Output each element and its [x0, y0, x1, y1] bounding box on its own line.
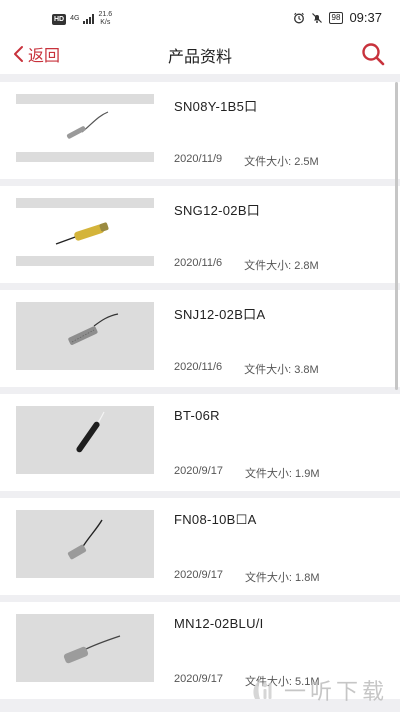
product-meta: 2020/11/9 文件大小: 2.5M [174, 153, 319, 169]
product-thumbnail [16, 94, 154, 162]
product-size: 文件大小: 2.8M [244, 260, 319, 272]
product-name: BT-06R [174, 408, 220, 423]
nav-bar: 返回 产品资料 [0, 36, 400, 74]
product-thumbnail [16, 614, 154, 682]
clock: 09:37 [349, 10, 382, 25]
product-item[interactable]: SN08Y-1B5口 2020/11/9 文件大小: 2.5M [0, 82, 400, 179]
product-date: 2020/11/6 [174, 361, 223, 373]
product-date: 2020/11/6 [174, 257, 223, 269]
hd-badge: HD [52, 13, 67, 25]
status-bar: HD 4G 21.6 K/s 98 09:37 [0, 0, 400, 36]
product-name: SNG12-02B口 [174, 203, 261, 218]
product-size: 文件大小: 1.8M [244, 572, 320, 584]
product-thumbnail [16, 510, 154, 578]
product-item[interactable]: BT-06R 2020/9/17 文件大小: 1.9M [0, 394, 400, 491]
product-size: 文件大小: 1.9M [244, 468, 320, 480]
watermark-logo-icon [253, 681, 272, 699]
product-item[interactable]: FN08-10B☐A 2020/9/17 文件大小: 1.8M [0, 498, 400, 595]
product-date: 2020/9/17 [174, 465, 223, 477]
product-name: SN08Y-1B5口 [174, 99, 258, 114]
mute-icon [311, 12, 322, 23]
network-speed-value: 21.6 [98, 11, 113, 18]
product-meta: 2020/11/6 文件大小: 2.8M [174, 257, 319, 273]
network-speed: 21.6 K/s [98, 11, 112, 27]
product-meta: 2020/9/17 文件大小: 1.9M [174, 465, 320, 481]
network-type: 4G [70, 15, 80, 22]
product-date: 2020/9/17 [174, 673, 223, 685]
product-item[interactable]: SNJ12-02B口A 2020/11/6 文件大小: 3.8M [0, 290, 400, 387]
product-size: 文件大小: 3.8M [244, 364, 319, 376]
network-speed-unit: K/s [100, 19, 111, 26]
product-name: SNJ12-02B口A [174, 307, 266, 322]
product-date: 2020/9/17 [174, 569, 223, 581]
product-list: SN08Y-1B5口 2020/11/9 文件大小: 2.5M SNG12-02… [0, 82, 400, 706]
scrollbar[interactable] [395, 82, 398, 390]
product-item[interactable]: SNG12-02B口 2020/11/6 文件大小: 2.8M [0, 186, 400, 283]
product-name: FN08-10B☐A [174, 512, 257, 527]
product-size: 文件大小: 2.5M [244, 156, 319, 168]
product-meta: 2020/9/17 文件大小: 1.8M [174, 569, 320, 585]
signal-icon [83, 14, 95, 24]
search-icon[interactable] [360, 41, 386, 67]
status-right: 98 09:37 [293, 10, 382, 25]
product-thumbnail [16, 198, 154, 266]
battery-icon: 98 [328, 11, 344, 24]
status-left: HD 4G 21.6 K/s [52, 11, 112, 27]
product-date: 2020/11/9 [174, 153, 223, 165]
product-thumbnail [16, 406, 154, 474]
watermark-text: 一听下载 [283, 679, 388, 704]
watermark: 一听下载 [248, 674, 388, 706]
alarm-icon [293, 12, 304, 23]
product-thumbnail [16, 302, 154, 370]
page-title: 产品资料 [167, 49, 232, 66]
product-meta: 2020/11/6 文件大小: 3.8M [174, 361, 319, 377]
product-name: MN12-02BLU/I [174, 616, 264, 631]
